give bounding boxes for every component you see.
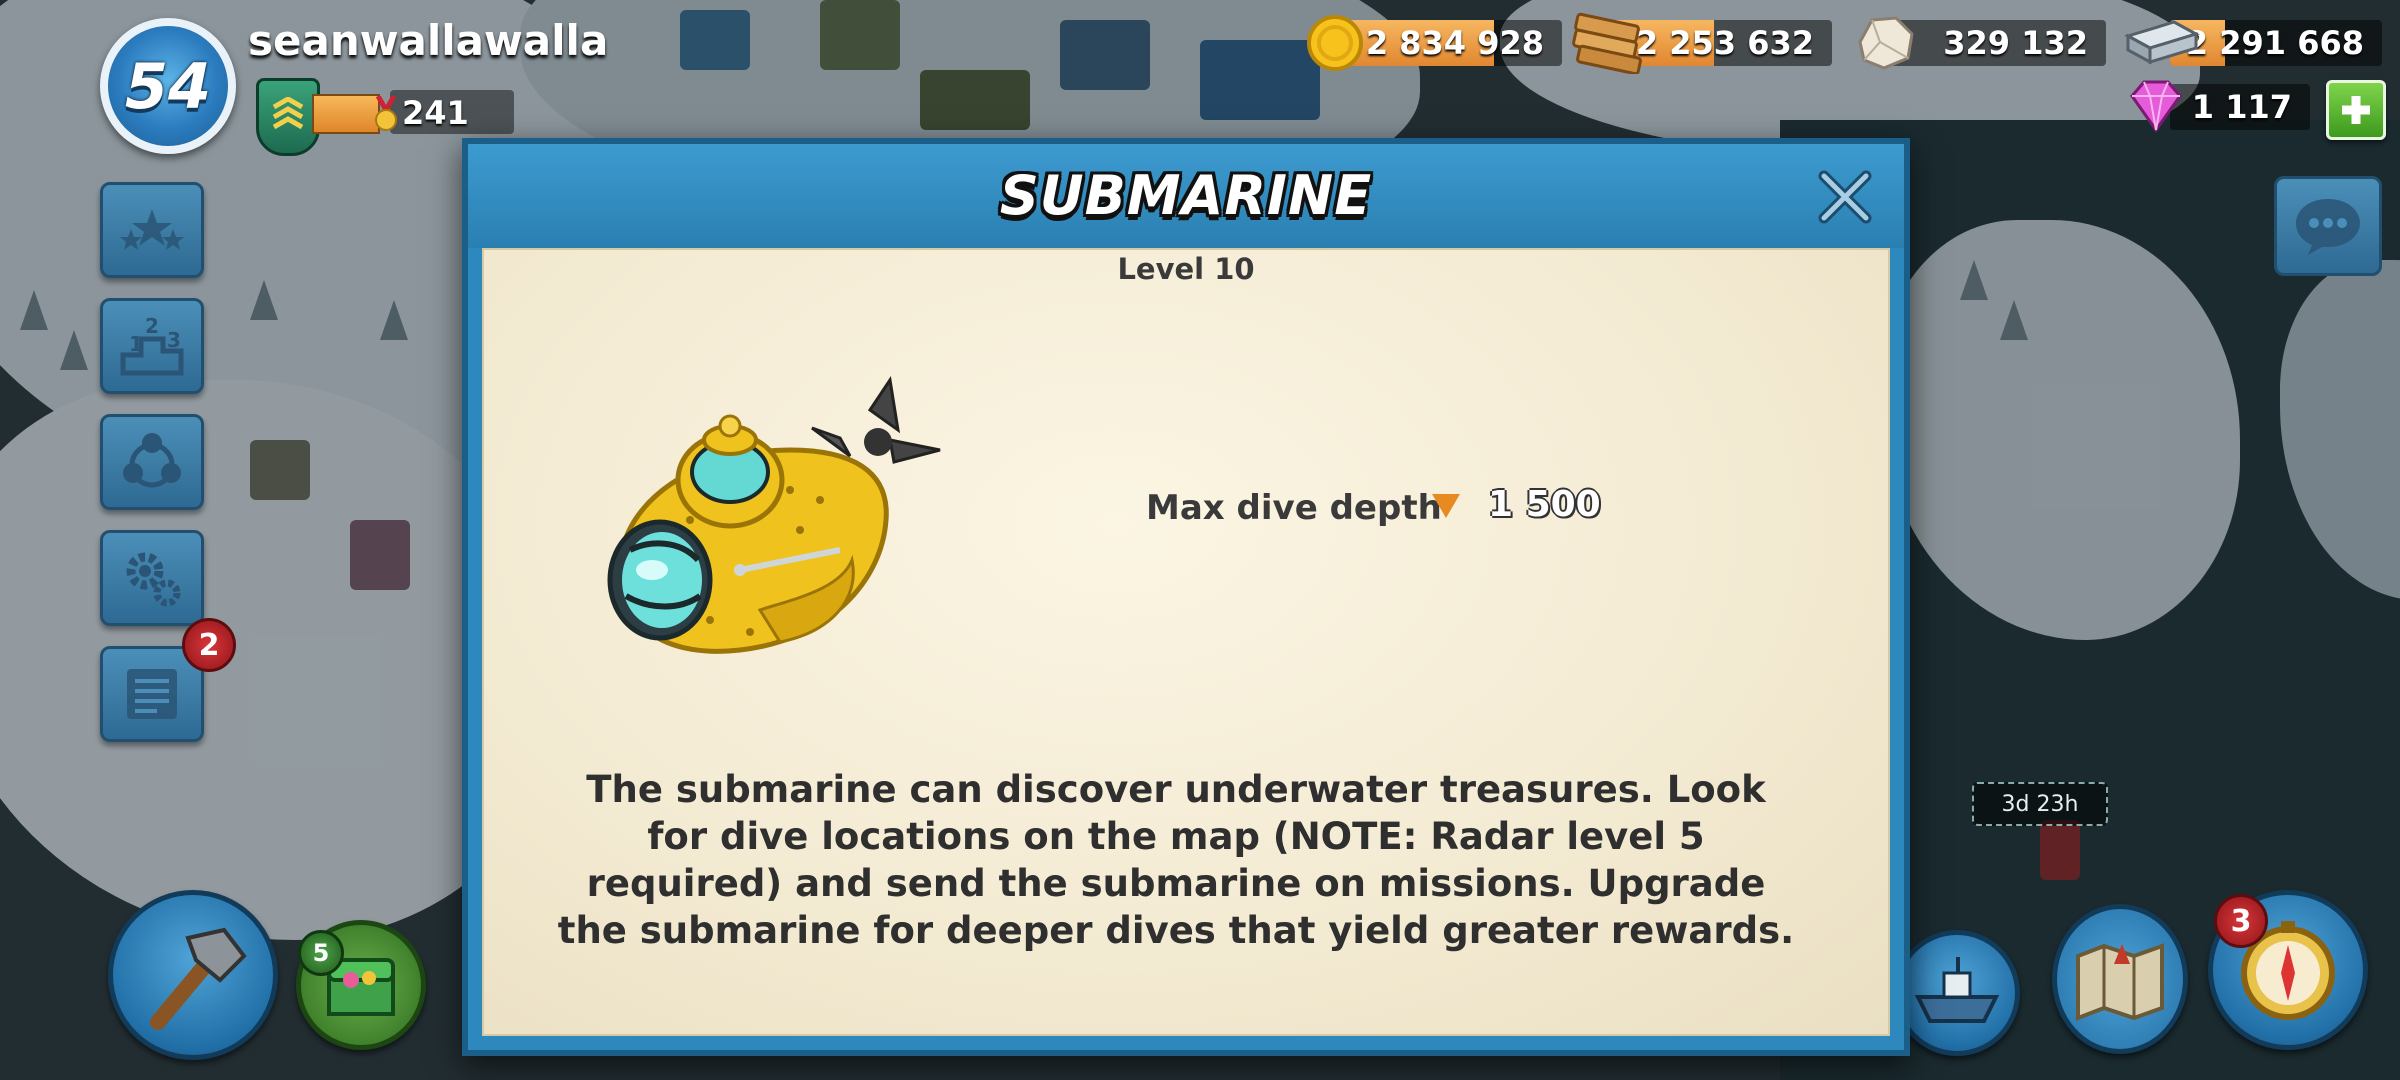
iron-icon	[2124, 16, 2200, 76]
stars-icon	[120, 209, 184, 250]
svg-text:2: 2	[145, 314, 159, 338]
medal-count: 241	[402, 94, 469, 132]
iron-value: 2 291 668	[2185, 24, 2364, 62]
player-level-badge[interactable]: 54	[100, 18, 236, 154]
diamond-counter: 1 117	[2170, 84, 2310, 130]
dialog-title: SUBMARINE	[999, 164, 1373, 227]
player-level: 54	[124, 49, 212, 123]
chat-icon	[2296, 199, 2360, 255]
stat-value-max-dive-depth: 1 500	[1488, 484, 1601, 525]
sidebar-leaderboard-button[interactable]: 123	[100, 298, 204, 394]
diamond-icon	[2126, 78, 2186, 138]
builder-count-badge: 5	[298, 930, 344, 976]
building-level: Level 10	[1117, 252, 1255, 286]
plus-icon	[2342, 96, 2370, 124]
diamond-value: 1 117	[2191, 88, 2292, 126]
player-username: seanwallawalla	[248, 16, 609, 65]
gold-value: 2 834 928	[1365, 24, 1544, 62]
stone-value: 329 132	[1943, 24, 2088, 62]
build-menu-button[interactable]	[108, 890, 278, 1060]
upgrade-arrow-icon	[1432, 494, 1460, 518]
landing-craft-icon	[1914, 957, 2000, 1023]
wood-icon	[1570, 12, 1648, 78]
rank-shield-icon[interactable]	[256, 78, 320, 156]
map-icon	[2076, 943, 2164, 1021]
hammer-icon	[150, 927, 247, 1030]
map-notification-badge: 3	[2214, 894, 2268, 948]
add-diamonds-button[interactable]	[2326, 80, 2386, 140]
sidebar-stars-button[interactable]	[100, 182, 204, 278]
gold-counter: 2 834 928	[1334, 20, 1562, 66]
sidebar-task-force-button[interactable]	[100, 414, 204, 510]
gold-coin-icon	[1306, 14, 1364, 76]
gear-icon	[126, 552, 181, 607]
newspaper-icon	[127, 669, 177, 719]
chat-button[interactable]	[2274, 176, 2382, 276]
close-button[interactable]	[1812, 164, 1878, 230]
svg-text:1: 1	[129, 332, 143, 356]
event-timer: 3d 23h	[1972, 782, 2108, 826]
building-description: The submarine can discover underwater tr…	[557, 768, 1795, 952]
task-force-icon	[123, 433, 181, 488]
medal-icon	[372, 94, 400, 140]
stat-label-max-dive-depth: Max dive depth	[1146, 488, 1442, 528]
close-icon	[1818, 170, 1872, 224]
leaderboard-icon: 123	[120, 314, 184, 376]
svg-text:3: 3	[167, 328, 181, 352]
boat-button[interactable]	[1894, 930, 2020, 1056]
rank-progress-bar	[312, 94, 380, 134]
iron-counter: 2 291 668	[2170, 20, 2382, 66]
news-notification-badge: 2	[182, 618, 236, 672]
stone-icon	[1852, 12, 1920, 76]
submarine-image	[590, 370, 950, 690]
sidebar-settings-button[interactable]	[100, 530, 204, 626]
intel-map-button[interactable]	[2052, 904, 2188, 1054]
wood-value: 2 253 632	[1635, 24, 1814, 62]
